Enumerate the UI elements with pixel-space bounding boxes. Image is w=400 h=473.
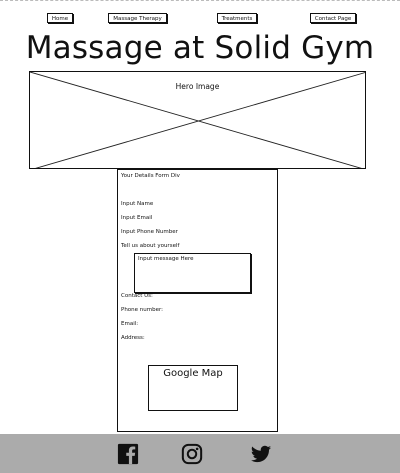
top-border xyxy=(0,0,400,1)
email-input[interactable]: Input Email xyxy=(121,215,152,221)
nav-home-button[interactable]: Home xyxy=(47,13,73,23)
phone-input[interactable]: Input Phone Number xyxy=(121,229,178,235)
form-heading: Your Details Form Div xyxy=(121,173,180,179)
facebook-icon[interactable] xyxy=(117,443,139,465)
contact-us-label: Contact Us: xyxy=(121,293,153,299)
instagram-icon[interactable] xyxy=(181,443,203,465)
nav-massage-therapy-button[interactable]: Massage Therapy xyxy=(108,13,167,23)
hero-label: Hero Image xyxy=(175,82,220,91)
footer xyxy=(0,434,400,473)
nav-contact-button[interactable]: Contact Page xyxy=(310,13,356,23)
page-title: Massage at Solid Gym xyxy=(25,30,375,66)
about-label: Tell us about yourself xyxy=(121,243,180,249)
nav-treatments-button[interactable]: Treatments xyxy=(217,13,257,23)
hero-image-placeholder: Hero Image xyxy=(29,71,366,169)
message-textarea[interactable]: Input message Here xyxy=(134,253,251,293)
google-map[interactable]: Google Map xyxy=(148,365,238,411)
twitter-icon[interactable] xyxy=(250,443,272,465)
email-label: Email: xyxy=(121,321,139,327)
address-label: Address: xyxy=(121,335,145,341)
phone-number-label: Phone number: xyxy=(121,307,164,313)
name-input[interactable]: Input Name xyxy=(121,201,153,207)
details-form: Your Details Form Div Input Name Input E… xyxy=(117,169,278,432)
